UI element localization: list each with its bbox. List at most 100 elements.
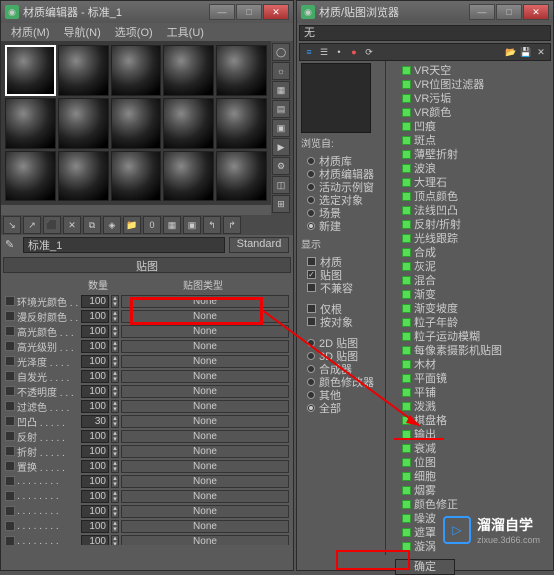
view-list2-icon[interactable]: ☰ bbox=[318, 46, 330, 58]
map-slot-button[interactable]: None bbox=[121, 355, 289, 368]
map-amount[interactable]: 100 bbox=[81, 355, 109, 368]
tree-item[interactable]: 大理石 bbox=[390, 175, 549, 189]
map-slot-button[interactable]: None bbox=[121, 535, 289, 546]
tree-item[interactable]: 粒子年龄 bbox=[390, 315, 549, 329]
material-name-input[interactable] bbox=[23, 237, 225, 253]
save-icon[interactable]: 💾 bbox=[520, 46, 532, 58]
reset-icon[interactable]: ✕ bbox=[63, 216, 81, 234]
minimize-button[interactable]: — bbox=[469, 4, 495, 20]
tree-item[interactable]: 顶点颜色 bbox=[390, 189, 549, 203]
map-slot-button[interactable]: None bbox=[121, 460, 289, 473]
map-amount[interactable]: 100 bbox=[81, 490, 109, 503]
maximize-button[interactable]: □ bbox=[496, 4, 522, 20]
map-enable-checkbox[interactable] bbox=[5, 506, 15, 516]
map-slot-button[interactable]: None bbox=[121, 520, 289, 533]
tree-item[interactable]: VR天空 bbox=[390, 63, 549, 77]
menu-nav[interactable]: 导航(N) bbox=[58, 23, 107, 41]
make-preview-icon[interactable]: ▶ bbox=[272, 138, 290, 156]
map-amount[interactable]: 100 bbox=[81, 430, 109, 443]
map-amount[interactable]: 100 bbox=[81, 475, 109, 488]
material-slot[interactable] bbox=[216, 45, 267, 96]
close-button[interactable]: ✕ bbox=[523, 4, 549, 20]
spinner-icon[interactable]: ▴▾ bbox=[111, 385, 119, 398]
map-enable-checkbox[interactable] bbox=[5, 461, 15, 471]
map-enable-checkbox[interactable] bbox=[5, 341, 15, 351]
backlight-icon[interactable]: ☼ bbox=[272, 62, 290, 80]
map-amount[interactable]: 100 bbox=[81, 325, 109, 338]
map-amount[interactable]: 100 bbox=[81, 520, 109, 533]
tree-item[interactable]: 光线跟踪 bbox=[390, 231, 549, 245]
tree-item[interactable]: 遮罩 bbox=[390, 525, 549, 539]
spinner-icon[interactable]: ▴▾ bbox=[111, 475, 119, 488]
sample-type-icon[interactable]: ◯ bbox=[272, 43, 290, 61]
spinner-icon[interactable]: ▴▾ bbox=[111, 325, 119, 338]
tree-item[interactable]: 混合 bbox=[390, 273, 549, 287]
show-checkbox[interactable]: 不兼容 bbox=[307, 281, 375, 294]
material-slot[interactable] bbox=[216, 151, 267, 202]
spinner-icon[interactable]: ▴▾ bbox=[111, 460, 119, 473]
get-material-icon[interactable]: ↘ bbox=[3, 216, 21, 234]
maximize-button[interactable]: □ bbox=[236, 4, 262, 20]
update-icon[interactable]: ⟳ bbox=[363, 46, 375, 58]
map-enable-checkbox[interactable] bbox=[5, 386, 15, 396]
material-slot[interactable] bbox=[5, 151, 56, 202]
tree-item[interactable]: 泼溅 bbox=[390, 399, 549, 413]
map-slot-button[interactable]: None bbox=[121, 340, 289, 353]
material-map-nav-icon[interactable]: ⊞ bbox=[272, 195, 290, 213]
tree-item[interactable]: 平铺 bbox=[390, 385, 549, 399]
map-amount[interactable]: 100 bbox=[81, 535, 109, 546]
material-slot[interactable] bbox=[216, 98, 267, 149]
browser-titlebar[interactable]: ◉ 材质/贴图浏览器 — □ ✕ bbox=[297, 1, 553, 23]
map-amount[interactable]: 100 bbox=[81, 445, 109, 458]
map-slot-button[interactable]: None bbox=[121, 295, 289, 308]
material-id-icon[interactable]: 0 bbox=[143, 216, 161, 234]
spinner-icon[interactable]: ▴▾ bbox=[111, 415, 119, 428]
menu-options[interactable]: 选项(O) bbox=[109, 23, 159, 41]
assign-icon[interactable]: ⬛ bbox=[43, 216, 61, 234]
map-amount[interactable]: 100 bbox=[81, 295, 109, 308]
map-enable-checkbox[interactable] bbox=[5, 521, 15, 531]
tree-item[interactable]: 渐变 bbox=[390, 287, 549, 301]
editor-titlebar[interactable]: ◉ 材质编辑器 - 标准_1 — □ ✕ bbox=[1, 1, 293, 23]
map-slot-button[interactable]: None bbox=[121, 385, 289, 398]
map-enable-checkbox[interactable] bbox=[5, 326, 15, 336]
show-map-icon[interactable]: ▦ bbox=[163, 216, 181, 234]
map-enable-checkbox[interactable] bbox=[5, 296, 15, 306]
browse-radio[interactable]: 选定对象 bbox=[307, 193, 375, 206]
menu-tools[interactable]: 工具(U) bbox=[161, 23, 210, 41]
tree-item[interactable]: 漩涡 bbox=[390, 539, 549, 553]
material-slot[interactable] bbox=[111, 98, 162, 149]
put-to-scene-icon[interactable]: ↗ bbox=[23, 216, 41, 234]
section-header[interactable]: 贴图 bbox=[3, 257, 291, 273]
map-slot-button[interactable]: None bbox=[121, 475, 289, 488]
spinner-icon[interactable]: ▴▾ bbox=[111, 445, 119, 458]
map-slot-button[interactable]: None bbox=[121, 430, 289, 443]
put-to-library-icon[interactable]: 📁 bbox=[123, 216, 141, 234]
map-enable-checkbox[interactable] bbox=[5, 371, 15, 381]
tree-item[interactable]: 反射/折射 bbox=[390, 217, 549, 231]
map-slot-button[interactable]: None bbox=[121, 490, 289, 503]
browse-radio[interactable]: 新建 bbox=[307, 219, 375, 232]
tree-item[interactable]: 木材 bbox=[390, 357, 549, 371]
tree-item[interactable]: 法线凹凸 bbox=[390, 203, 549, 217]
tree-item[interactable]: VR污垢 bbox=[390, 91, 549, 105]
minimize-button[interactable]: — bbox=[209, 4, 235, 20]
spinner-icon[interactable]: ▴▾ bbox=[111, 490, 119, 503]
map-enable-checkbox[interactable] bbox=[5, 416, 15, 426]
spinner-icon[interactable]: ▴▾ bbox=[111, 400, 119, 413]
material-slot[interactable] bbox=[163, 45, 214, 96]
delete-icon[interactable]: ✕ bbox=[535, 46, 547, 58]
close-button[interactable]: ✕ bbox=[263, 4, 289, 20]
make-copy-icon[interactable]: ⧉ bbox=[83, 216, 101, 234]
filter-radio[interactable]: 全部 bbox=[307, 401, 375, 414]
map-enable-checkbox[interactable] bbox=[5, 356, 15, 366]
tree-item[interactable]: 合成 bbox=[390, 245, 549, 259]
show-end-result-icon[interactable]: ▣ bbox=[183, 216, 201, 234]
tree-item[interactable]: 波浪 bbox=[390, 161, 549, 175]
tree-item[interactable]: 渐变坡度 bbox=[390, 301, 549, 315]
go-parent-icon[interactable]: ↰ bbox=[203, 216, 221, 234]
spinner-icon[interactable]: ▴▾ bbox=[111, 370, 119, 383]
spinner-icon[interactable]: ▴▾ bbox=[111, 310, 119, 323]
open-icon[interactable]: 📂 bbox=[505, 46, 517, 58]
map-amount[interactable]: 30 bbox=[81, 415, 109, 428]
